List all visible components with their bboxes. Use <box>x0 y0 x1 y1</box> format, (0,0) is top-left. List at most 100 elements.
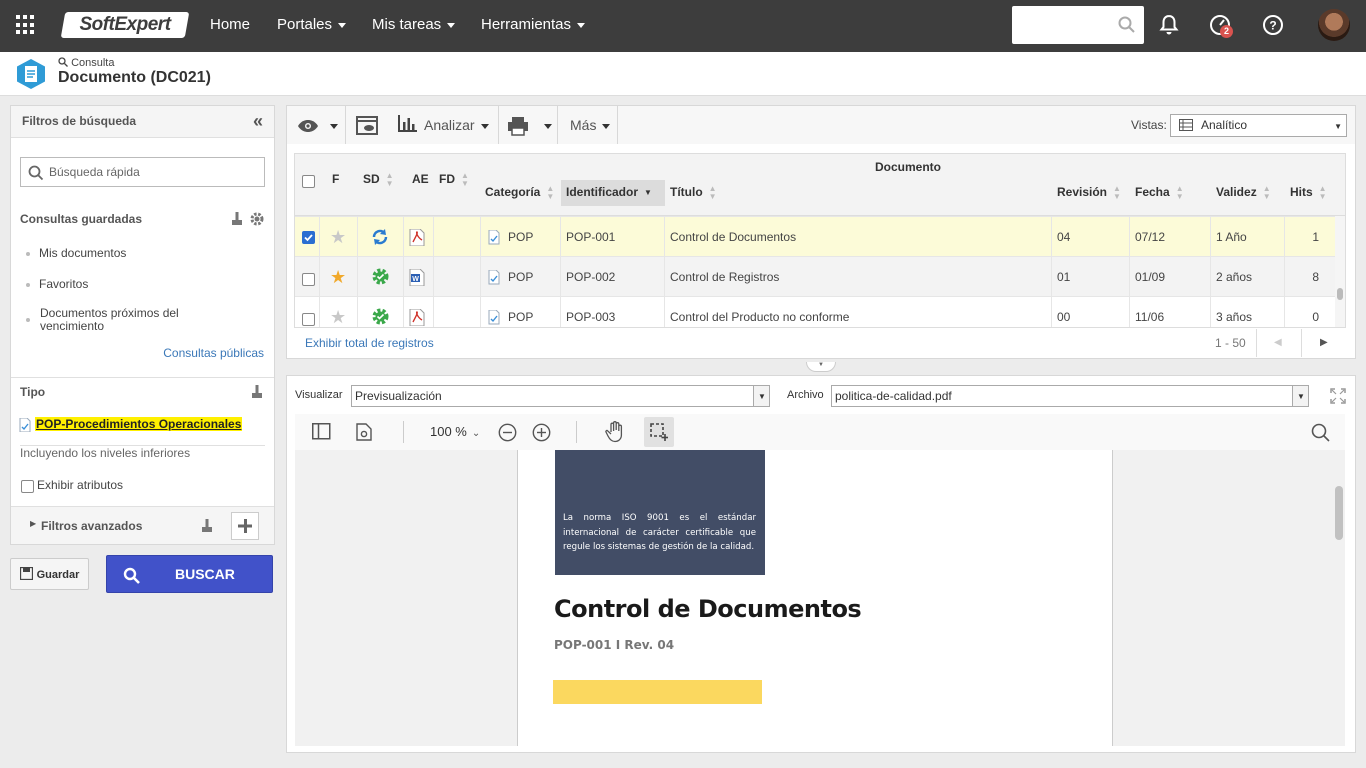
pdf-file-icon[interactable] <box>409 229 425 246</box>
zoom-in-icon[interactable] <box>532 423 551 442</box>
pdf-scrollbar-thumb[interactable] <box>1335 486 1343 540</box>
views-select[interactable]: Analítico ▼ <box>1170 114 1347 137</box>
advanced-filters-bar[interactable]: ▶ Filtros avanzados <box>11 506 274 544</box>
column-fecha[interactable]: Fecha ▲ ▼ <box>1135 185 1184 201</box>
help-icon[interactable]: ? <box>1261 13 1285 37</box>
column-hits[interactable]: Hits ▲ ▼ <box>1290 185 1327 201</box>
splitter-handle[interactable]: ▼ <box>806 362 836 372</box>
global-search-input[interactable] <box>1012 6 1144 44</box>
softexpert-logo[interactable]: SoftExpert <box>60 12 190 38</box>
marquee-select-icon <box>650 423 668 441</box>
bell-icon[interactable] <box>1157 13 1181 37</box>
column-sd[interactable]: SD ▲ ▼ <box>363 172 394 188</box>
column-fd[interactable]: FD ▲ ▼ <box>439 172 469 188</box>
tasks-gauge-button[interactable]: 2 <box>1208 13 1234 39</box>
column-categoria[interactable]: Categoría ▲ ▼ <box>485 185 554 201</box>
more-menu-button[interactable]: Más <box>570 106 611 146</box>
column-identificador[interactable]: Identificador ▼ <box>561 180 665 206</box>
grid-scrollbar[interactable] <box>1335 216 1345 327</box>
row-checkbox[interactable] <box>302 231 315 244</box>
row-checkbox[interactable] <box>302 313 315 326</box>
type-selected-value[interactable]: POP-Procedimientos Operacionales <box>35 417 243 431</box>
broom-icon[interactable] <box>251 385 263 399</box>
file-select[interactable]: politica-de-calidad.pdf ▼ <box>831 385 1309 407</box>
print-menu-button[interactable] <box>507 106 555 146</box>
chevron-down-icon: ▼ <box>1297 392 1305 401</box>
star-icon[interactable]: ★ <box>330 257 346 297</box>
table-row[interactable]: ★ POP POP-003 Control del Producto no co… <box>295 296 1335 327</box>
identifier-cell: POP-002 <box>561 257 665 297</box>
sidebar-toggle-icon[interactable] <box>312 423 331 440</box>
column-label: Validez <box>1216 185 1257 200</box>
add-filter-button[interactable] <box>231 512 259 540</box>
saved-query-proximos-vencimiento[interactable]: Documentos próximos del vencimiento <box>26 307 191 333</box>
show-attributes-checkbox[interactable] <box>21 480 34 493</box>
breadcrumb[interactable]: Consulta <box>58 57 114 69</box>
zoom-out-icon[interactable] <box>498 423 517 442</box>
view-menu-button[interactable] <box>287 106 345 146</box>
save-button[interactable]: Guardar <box>10 558 89 590</box>
breadcrumb-label: Consulta <box>71 57 115 69</box>
user-avatar[interactable] <box>1318 9 1350 41</box>
dropdown-button[interactable]: ▼ <box>753 386 769 406</box>
table-view-icon <box>1179 119 1193 131</box>
viewer-select[interactable]: Previsualización ▼ <box>351 385 770 407</box>
select-all-checkbox[interactable] <box>302 175 315 188</box>
saved-query-mis-documentos[interactable]: Mis documentos <box>26 246 126 260</box>
quick-search-input[interactable]: Búsqueda rápida <box>20 157 265 187</box>
column-validez[interactable]: Validez ▲ ▼ <box>1216 185 1271 201</box>
page-title: Documento (DC021) <box>58 69 211 86</box>
selection-tool-button[interactable] <box>644 417 674 447</box>
chevron-down-icon: ⌄ <box>471 428 481 439</box>
word-file-icon[interactable]: W <box>409 269 425 286</box>
column-ae[interactable]: AE <box>412 172 429 186</box>
bullet-icon <box>26 282 30 287</box>
column-titulo[interactable]: Título ▲ ▼ <box>670 185 717 201</box>
analyze-menu-button[interactable]: Analizar <box>397 106 489 146</box>
public-queries-link[interactable]: Consultas públicas <box>163 346 264 360</box>
pdf-file-icon[interactable] <box>409 309 425 326</box>
previous-page-icon[interactable]: ◀ <box>1274 337 1282 348</box>
gear-icon[interactable] <box>249 211 265 227</box>
saved-query-favoritos[interactable]: Favoritos <box>26 277 88 291</box>
next-page-icon[interactable]: ▶ <box>1320 337 1328 348</box>
document-properties-icon[interactable] <box>356 423 372 441</box>
sync-icon[interactable] <box>371 228 389 246</box>
nav-portales[interactable]: Portales <box>277 0 347 52</box>
row-checkbox-cell <box>295 297 320 327</box>
row-checkbox[interactable] <box>302 273 315 286</box>
hand-tool-icon[interactable] <box>605 421 625 443</box>
column-revision[interactable]: Revisión ▲ ▼ <box>1057 185 1121 201</box>
search-icon[interactable] <box>1311 423 1330 442</box>
nav-herramientas[interactable]: Herramientas <box>481 0 586 52</box>
star-icon[interactable]: ★ <box>330 297 346 327</box>
chevron-down-icon: ▼ <box>758 392 766 401</box>
search-button[interactable]: BUSCAR <box>106 555 273 593</box>
collapse-panel-icon[interactable]: « <box>253 106 263 136</box>
dropdown-button[interactable]: ▼ <box>1292 386 1308 406</box>
table-row[interactable]: ★ POP POP-001 Control de Documentos 04 0… <box>295 216 1335 257</box>
printer-icon <box>508 117 528 136</box>
app-launcher-icon[interactable] <box>16 15 36 35</box>
sort-icon: ▲ ▼ <box>708 184 717 201</box>
chevron-down-icon <box>447 22 456 28</box>
show-total-records-link[interactable]: Exhibir total de registros <box>305 336 434 350</box>
broom-icon[interactable] <box>201 519 213 533</box>
search-icon[interactable] <box>1118 16 1136 34</box>
approved-gear-icon[interactable] <box>372 308 389 325</box>
star-icon[interactable]: ★ <box>330 217 346 257</box>
pdf-viewer-area[interactable]: La norma ISO 9001 es el estándar interna… <box>295 450 1345 746</box>
zoom-level-select[interactable]: 100 % ⌄ <box>430 424 480 439</box>
fullscreen-icon[interactable] <box>1330 388 1346 404</box>
pagination-range: 1 - 50 <box>1215 336 1246 350</box>
preview-window-icon[interactable] <box>356 116 378 136</box>
approved-gear-icon[interactable] <box>372 268 389 285</box>
scrollbar-thumb[interactable] <box>1337 288 1343 300</box>
column-label: Revisión <box>1057 185 1108 200</box>
separator <box>617 106 618 146</box>
nav-home[interactable]: Home <box>210 0 250 52</box>
column-f[interactable]: F <box>332 172 339 186</box>
nav-mis-tareas[interactable]: Mis tareas <box>372 0 456 52</box>
broom-icon[interactable] <box>231 212 243 226</box>
table-row[interactable]: ★ W POP POP-002 Control de Registros 01 … <box>295 256 1335 297</box>
